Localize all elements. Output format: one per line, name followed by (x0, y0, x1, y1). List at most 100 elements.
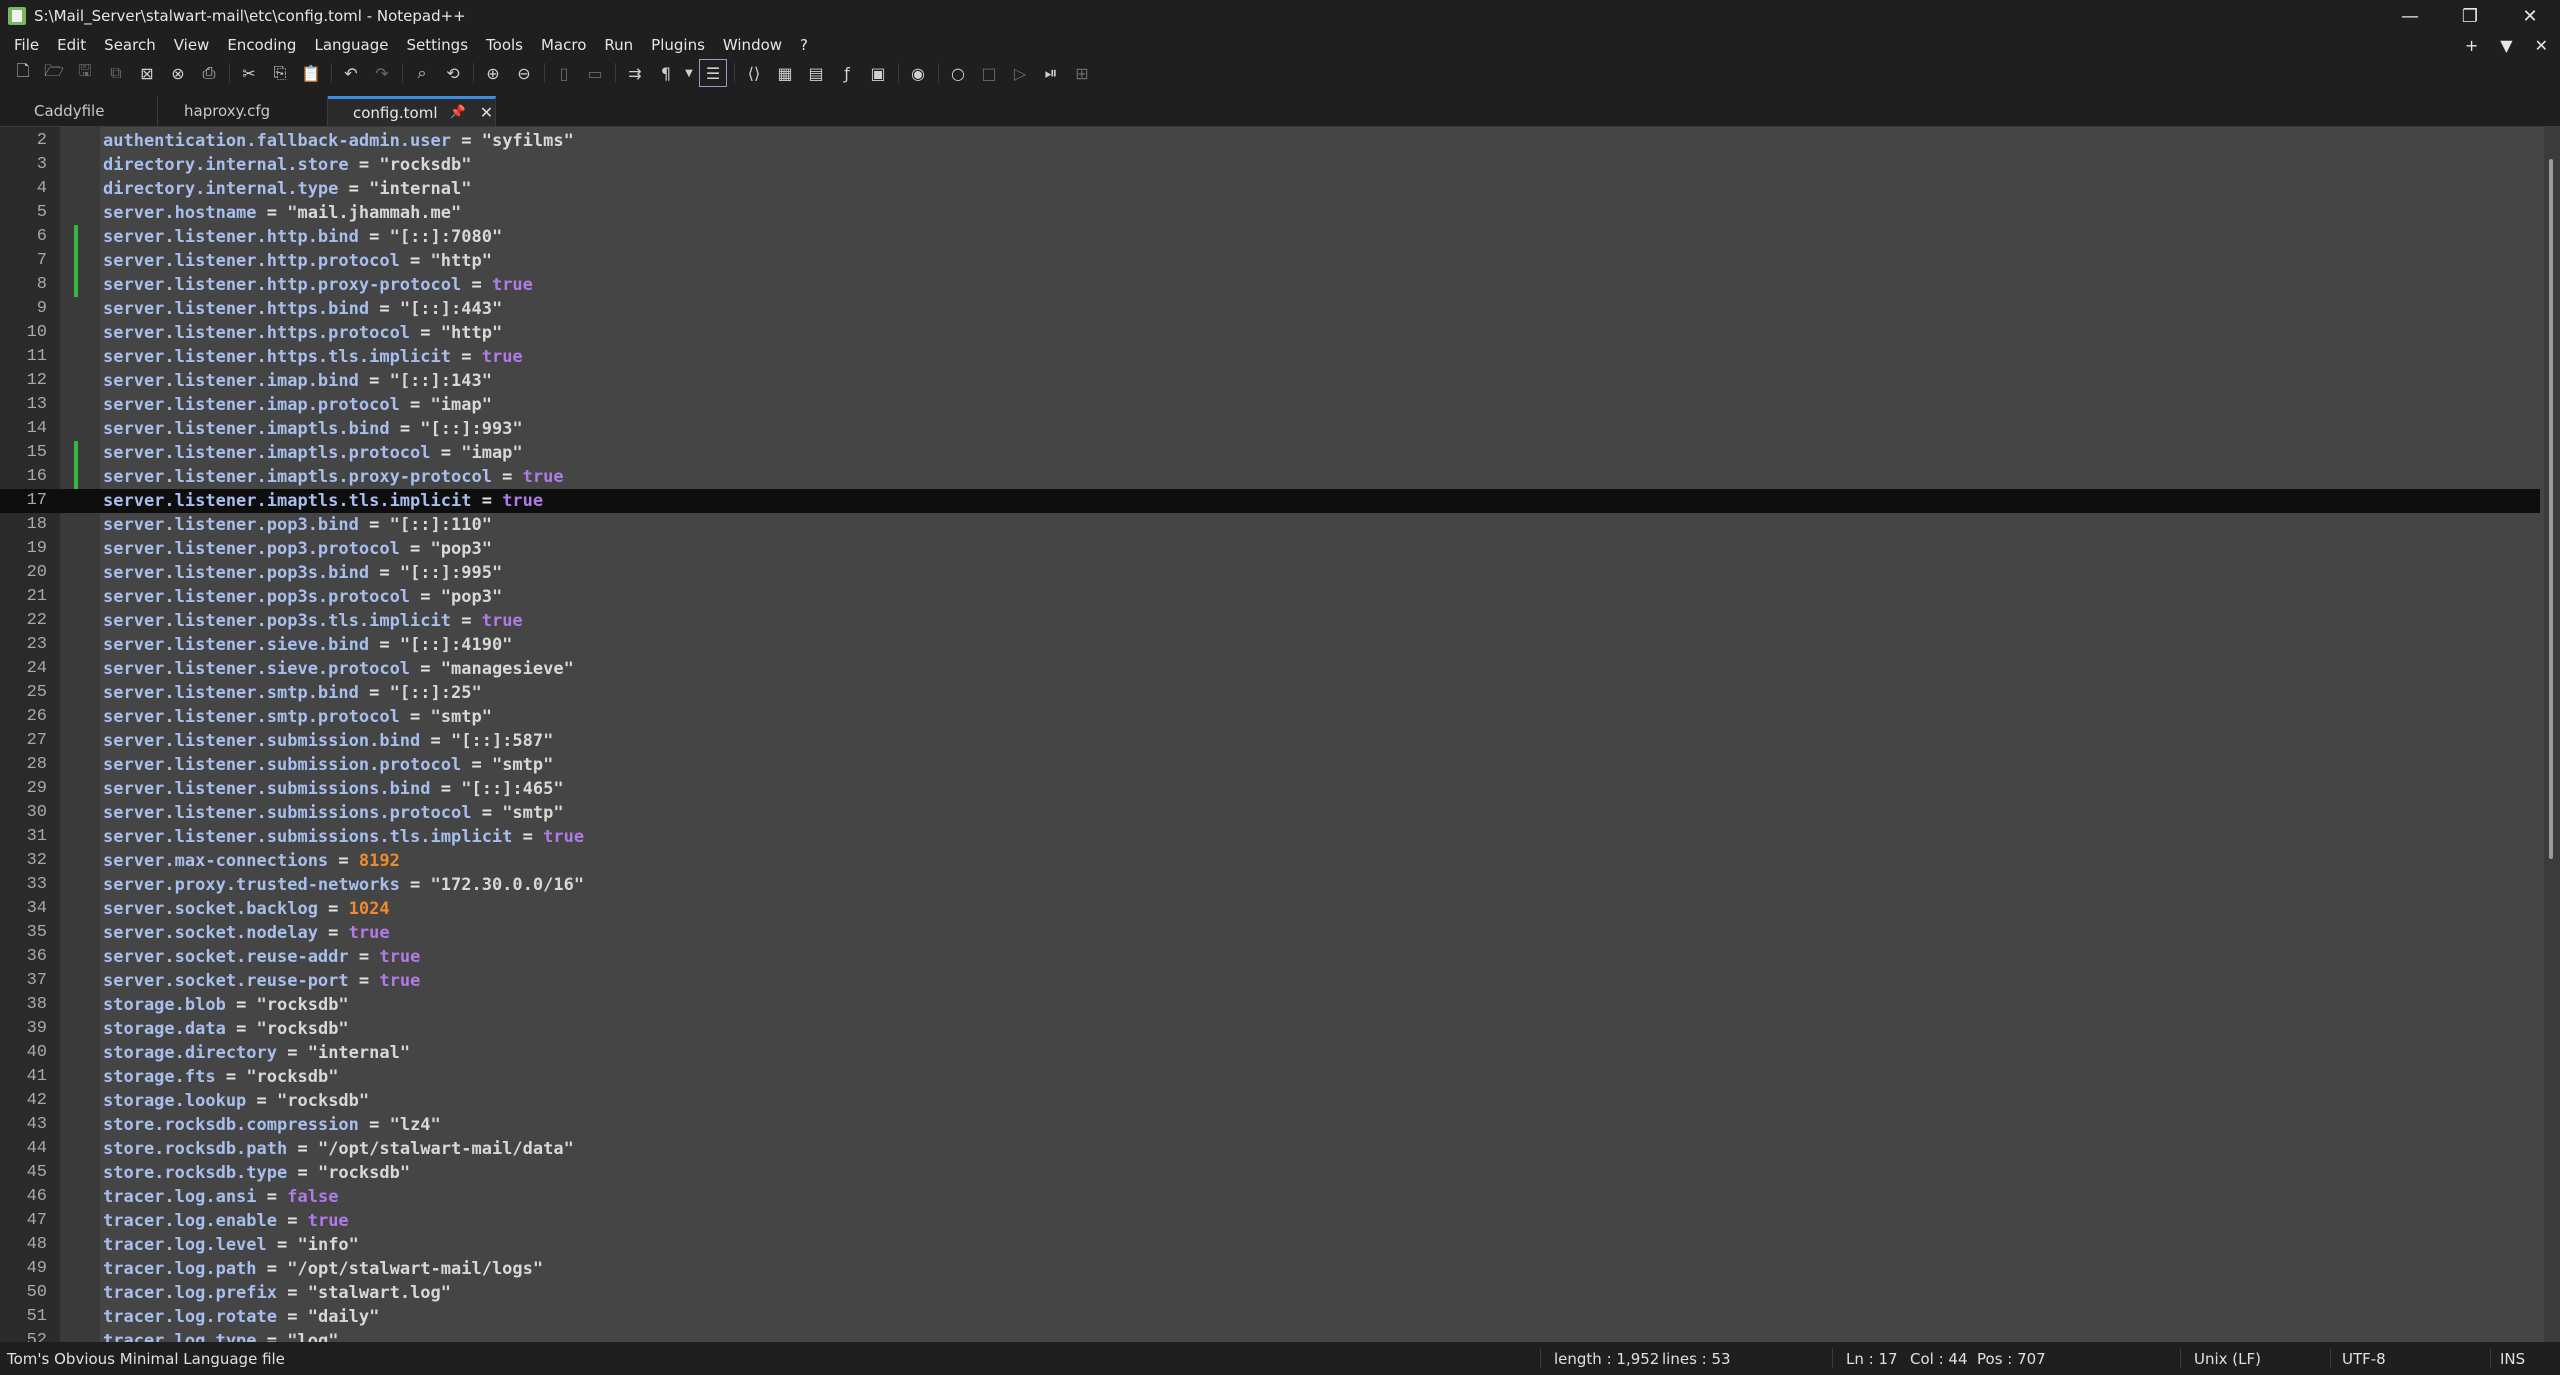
xml-tag-icon[interactable]: ⟨⟩ (741, 60, 767, 86)
status-encoding[interactable]: UTF-8 (2342, 1350, 2386, 1368)
menu-window[interactable]: Window (714, 36, 791, 54)
menu-plugins[interactable]: Plugins (642, 36, 714, 54)
menu-file[interactable]: File (0, 36, 48, 54)
code-line[interactable]: 9 server.listener.https.bind = "[::]:443" (0, 297, 2540, 321)
code-line[interactable]: 41 storage.fts = "rocksdb" (0, 1065, 2540, 1089)
menu-macro[interactable]: Macro (532, 36, 595, 54)
code-line[interactable]: 10 server.listener.https.protocol = "http… (0, 321, 2540, 345)
code-line[interactable]: 34 server.socket.backlog = 1024 (0, 897, 2540, 921)
menu-run[interactable]: Run (595, 36, 642, 54)
menu-help[interactable]: ? (791, 36, 817, 54)
find-icon[interactable]: ⌕ (409, 60, 435, 86)
code-line[interactable]: 29 server.listener.submissions.bind = "[:… (0, 777, 2540, 801)
code-line[interactable]: 43 store.rocksdb.compression = "lz4" (0, 1113, 2540, 1137)
menu-view[interactable]: View (165, 36, 219, 54)
word-wrap-icon[interactable]: ⇉ (622, 60, 648, 86)
code-line[interactable]: 19 server.listener.pop3.protocol = "pop3" (0, 537, 2540, 561)
restore-button[interactable]: ❐ (2440, 0, 2500, 32)
new-file-icon[interactable]: 🗋 (10, 60, 36, 86)
dropdown-arrow-icon[interactable]: ▼ (684, 60, 694, 86)
stop-macro-icon[interactable]: □ (976, 60, 1002, 86)
code-line[interactable]: 11 server.listener.https.tls.implicit = t… (0, 345, 2540, 369)
undo-icon[interactable]: ↶ (338, 60, 364, 86)
minimize-button[interactable]: — (2380, 0, 2440, 32)
doc-map-icon[interactable]: ▦ (772, 60, 798, 86)
code-line[interactable]: 15 server.listener.imaptls.protocol = "im… (0, 441, 2540, 465)
code-line[interactable]: 28 server.listener.submission.protocol = … (0, 753, 2540, 777)
code-line[interactable]: 42 storage.lookup = "rocksdb" (0, 1089, 2540, 1113)
code-line[interactable]: 18 server.listener.pop3.bind = "[::]:110" (0, 513, 2540, 537)
close-tab-icon[interactable]: ✕ (480, 103, 493, 122)
code-line[interactable]: 40 storage.directory = "internal" (0, 1041, 2540, 1065)
code-line[interactable]: 38 storage.blob = "rocksdb" (0, 993, 2540, 1017)
save-icon[interactable]: 🖫 (72, 60, 98, 86)
code-line[interactable]: 27 server.listener.submission.bind = "[::… (0, 729, 2540, 753)
tab-list-button[interactable]: ▼ (2500, 36, 2512, 55)
menu-language[interactable]: Language (305, 36, 397, 54)
record-macro-icon[interactable]: ○ (945, 60, 971, 86)
run-macro-multiple-icon[interactable]: ⏯ (1038, 60, 1064, 86)
code-line[interactable]: 50 tracer.log.prefix = "stalwart.log" (0, 1281, 2540, 1305)
code-line[interactable]: 21 server.listener.pop3s.protocol = "pop3… (0, 585, 2540, 609)
save-macro-icon[interactable]: ⊞ (1069, 60, 1095, 86)
play-macro-icon[interactable]: ▷ (1007, 60, 1033, 86)
code-line[interactable]: 16 server.listener.imaptls.proxy-protocol… (0, 465, 2540, 489)
save-all-icon[interactable]: ⧉ (103, 60, 129, 86)
code-line[interactable]: 6 server.listener.http.bind = "[::]:7080" (0, 225, 2540, 249)
indent-guide-icon[interactable]: ☰ (699, 59, 727, 87)
close-window-button[interactable]: ✕ (2500, 0, 2560, 32)
code-line[interactable]: 48 tracer.log.level = "info" (0, 1233, 2540, 1257)
code-line[interactable]: 44 store.rocksdb.path = "/opt/stalwart-ma… (0, 1137, 2540, 1161)
code-line[interactable]: 31 server.listener.submissions.tls.implic… (0, 825, 2540, 849)
tab-caddyfile[interactable]: Caddyfile (8, 96, 158, 126)
sync-horizontal-icon[interactable]: ▭ (582, 60, 608, 86)
show-all-chars-icon[interactable]: ¶ (653, 60, 679, 86)
close-tab-menu-button[interactable]: ✕ (2535, 36, 2548, 55)
close-icon[interactable]: ⊠ (134, 60, 160, 86)
code-line[interactable]: 8 server.listener.http.proxy-protocol = t… (0, 273, 2540, 297)
menu-settings[interactable]: Settings (398, 36, 478, 54)
zoom-in-icon[interactable]: ⊕ (480, 60, 506, 86)
code-line[interactable]: 3 directory.internal.store = "rocksdb" (0, 153, 2540, 177)
code-line[interactable]: 23 server.listener.sieve.bind = "[::]:419… (0, 633, 2540, 657)
code-line[interactable]: 14 server.listener.imaptls.bind = "[::]:9… (0, 417, 2540, 441)
code-line[interactable]: 49 tracer.log.path = "/opt/stalwart-mail/… (0, 1257, 2540, 1281)
open-file-icon[interactable]: 🗁 (41, 60, 67, 86)
print-icon[interactable]: ⎙ (196, 60, 222, 86)
pin-icon[interactable]: 📌 (450, 105, 466, 120)
code-line[interactable]: 4 directory.internal.type = "internal" (0, 177, 2540, 201)
code-line[interactable]: 30 server.listener.submissions.protocol =… (0, 801, 2540, 825)
zoom-out-icon[interactable]: ⊖ (511, 60, 537, 86)
menu-tools[interactable]: Tools (477, 36, 532, 54)
vertical-scrollbar[interactable] (2544, 127, 2560, 1342)
code-line[interactable]: 26 server.listener.smtp.protocol = "smtp" (0, 705, 2540, 729)
code-line[interactable]: 22 server.listener.pop3s.tls.implicit = t… (0, 609, 2540, 633)
code-line[interactable]: 24 server.listener.sieve.protocol = "mana… (0, 657, 2540, 681)
code-line[interactable]: 39 storage.data = "rocksdb" (0, 1017, 2540, 1041)
function-list-icon[interactable]: ƒ (834, 60, 860, 86)
code-line[interactable]: 20 server.listener.pop3s.bind = "[::]:995… (0, 561, 2540, 585)
editor[interactable]: 2 authentication.fallback-admin.user = "s… (0, 127, 2560, 1342)
monitoring-icon[interactable]: ◉ (905, 60, 931, 86)
redo-icon[interactable]: ↷ (369, 60, 395, 86)
code-line[interactable]: 35 server.socket.nodelay = true (0, 921, 2540, 945)
menu-encoding[interactable]: Encoding (218, 36, 305, 54)
code-line[interactable]: 51 tracer.log.rotate = "daily" (0, 1305, 2540, 1329)
scrollbar-thumb[interactable] (2549, 159, 2553, 859)
code-line[interactable]: 2 authentication.fallback-admin.user = "s… (0, 129, 2540, 153)
doc-list-icon[interactable]: ▤ (803, 60, 829, 86)
sync-vertical-icon[interactable]: ▯ (551, 60, 577, 86)
code-line[interactable]: 33 server.proxy.trusted-networks = "172.3… (0, 873, 2540, 897)
close-all-icon[interactable]: ⊗ (165, 60, 191, 86)
code-line[interactable]: 52 tracer.log.type = "log" (0, 1329, 2540, 1342)
status-eol[interactable]: Unix (LF) (2194, 1350, 2261, 1368)
copy-icon[interactable]: ⎘ (267, 60, 293, 86)
code-line[interactable]: 7 server.listener.http.protocol = "http" (0, 249, 2540, 273)
menu-search[interactable]: Search (95, 36, 165, 54)
code-line[interactable]: 36 server.socket.reuse-addr = true (0, 945, 2540, 969)
folder-workspace-icon[interactable]: ▣ (865, 60, 891, 86)
code-line[interactable]: 17 server.listener.imaptls.tls.implicit =… (0, 489, 2540, 513)
code-line[interactable]: 37 server.socket.reuse-port = true (0, 969, 2540, 993)
code-line[interactable]: 12 server.listener.imap.bind = "[::]:143" (0, 369, 2540, 393)
paste-icon[interactable]: 📋 (298, 60, 324, 86)
